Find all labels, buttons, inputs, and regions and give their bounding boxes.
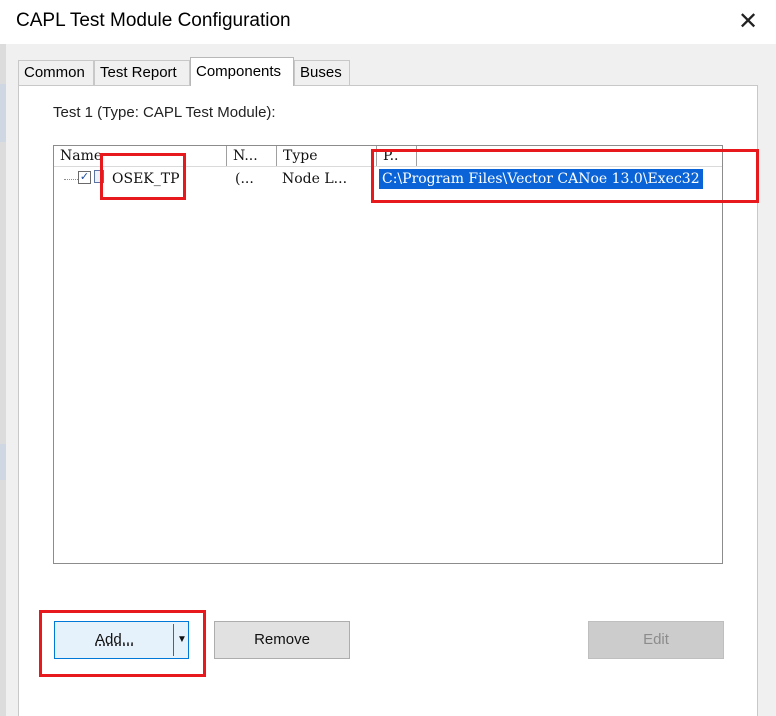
background-edge-mark: [0, 444, 6, 480]
add-button-label: Add...: [95, 631, 135, 648]
tab-components[interactable]: Components: [190, 57, 294, 86]
dropdown-arrow-icon[interactable]: ▼: [177, 622, 187, 658]
component-path: C:\Program Files\Vector CANoe 13.0\Exec3…: [379, 169, 703, 189]
column-header-path[interactable]: P..: [377, 146, 417, 166]
tab-common[interactable]: Common: [18, 60, 94, 85]
title-bar: CAPL Test Module Configuration ✕: [0, 0, 776, 44]
component-type: Node L...: [282, 171, 348, 187]
tab-test-report[interactable]: Test Report: [94, 60, 190, 85]
close-icon[interactable]: ✕: [733, 7, 763, 37]
background-window-edge: [0, 44, 6, 716]
remove-button[interactable]: Remove: [214, 621, 350, 659]
component-name: OSEK_TP: [112, 171, 180, 187]
test-group-label: Test 1 (Type: CAPL Test Module):: [53, 104, 276, 121]
add-button[interactable]: Add... ▼: [54, 621, 189, 659]
components-list[interactable]: Name N... Type P.. ✓ OSEK_TP (... Node L…: [53, 145, 723, 564]
tab-buses[interactable]: Buses: [294, 60, 350, 85]
column-header-name[interactable]: Name: [54, 146, 227, 166]
background-edge-mark: [0, 84, 6, 142]
header-divider: [54, 166, 722, 167]
split-divider: [173, 624, 174, 656]
edit-button: Edit: [588, 621, 724, 659]
column-header-type[interactable]: Type: [277, 146, 377, 166]
document-icon: [94, 170, 104, 183]
window-title: CAPL Test Module Configuration: [16, 10, 291, 31]
column-header-n[interactable]: N...: [227, 146, 277, 166]
component-n: (...: [235, 171, 254, 187]
component-checkbox[interactable]: ✓: [78, 171, 91, 184]
